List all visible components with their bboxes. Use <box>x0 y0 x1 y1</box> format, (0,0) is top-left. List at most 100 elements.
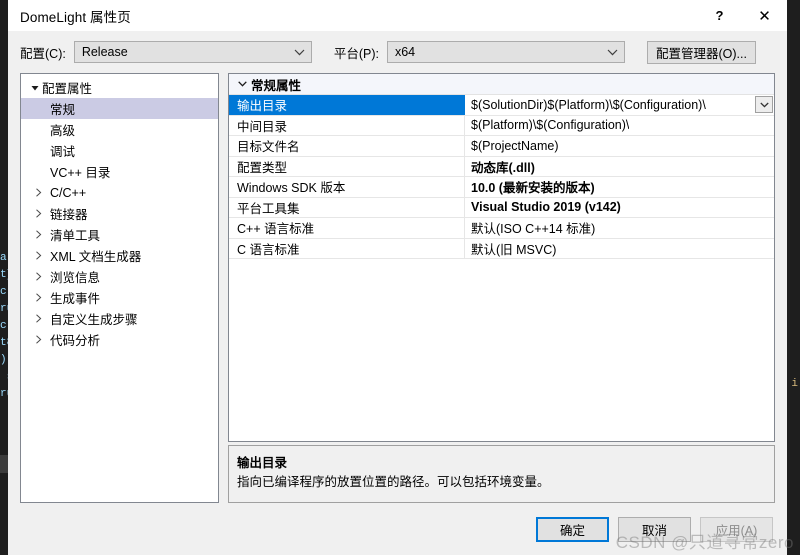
settings-tree[interactable]: 配置属性 常规高级调试 VC++ 目录 C/C++ 链接器清单工具 XML 文档生成器浏… <box>20 73 219 503</box>
tree-node-root[interactable]: 配置属性 <box>21 77 218 98</box>
expander-expand-icon[interactable] <box>27 230 50 239</box>
expander-expand-icon[interactable] <box>27 251 50 260</box>
property-value-text: 默认(旧 MSVC) <box>471 242 557 257</box>
dialog-title: DomeLight 属性页 <box>20 9 131 25</box>
dialog-body: 配置属性 常规高级调试 VC++ 目录 C/C++ 链接器清单工具 XML 文档生成器浏… <box>8 73 787 503</box>
tree-node-8[interactable]: 浏览信息 <box>21 266 218 287</box>
tree-node-label: 生成事件 <box>50 292 101 306</box>
property-row[interactable]: C++ 语言标准 默认(ISO C++14 标准) <box>229 218 774 239</box>
tree-node-label: 高级 <box>50 124 76 138</box>
property-name: 配置类型 <box>229 156 465 176</box>
description-panel: 输出目录 指向已编译程序的放置位置的路径。可以包括环境变量。 <box>228 445 775 503</box>
property-row[interactable]: 目标文件名 $(ProjectName) <box>229 136 774 157</box>
property-value[interactable]: 默认(ISO C++14 标准) <box>465 218 774 238</box>
tree-node-9[interactable]: 生成事件 <box>21 287 218 308</box>
property-row[interactable]: 输出目录 $(SolutionDir)$(Platform)\$(Configur… <box>229 95 774 116</box>
property-name: 目标文件名 <box>229 136 465 156</box>
tree-node-label: 清单工具 <box>50 229 101 243</box>
tree-node-11[interactable]: 代码分析 <box>21 329 218 350</box>
property-grid-rows: 输出目录 $(SolutionDir)$(Platform)\$(Configur… <box>229 95 774 259</box>
property-row[interactable]: Windows SDK 版本 10.0 (最新安装的版本) <box>229 177 774 198</box>
expander-expand-icon[interactable] <box>27 293 50 302</box>
platform-combobox[interactable]: x64 <box>386 41 625 63</box>
property-row[interactable]: 配置类型 动态库(.dll) <box>229 156 774 177</box>
property-row[interactable]: 平台工具集 Visual Studio 2019 (v142) <box>229 197 774 218</box>
configuration-label: 配置(C): <box>20 46 66 61</box>
cancel-button[interactable]: 取消 <box>618 516 691 542</box>
dialog-footer: 确定 取消 应用(A) <box>8 503 787 555</box>
tree-node-label: C/C++ <box>50 185 87 200</box>
tree-node-label: 代码分析 <box>50 334 101 348</box>
property-name: 输出目录 <box>229 95 465 115</box>
configuration-manager-button[interactable]: 配置管理器(O)... <box>646 40 756 64</box>
property-name: C++ 语言标准 <box>229 218 465 238</box>
ok-button[interactable]: 确定 <box>536 516 609 542</box>
property-value-text: Visual Studio 2019 (v142) <box>471 200 621 215</box>
tree-node-label: 自定义生成步骤 <box>50 313 138 327</box>
tree-node-label: 调试 <box>50 145 76 159</box>
background-right-text: i <box>791 378 798 390</box>
chevron-down-icon[interactable] <box>233 81 251 87</box>
property-value-text: 默认(ISO C++14 标准) <box>471 222 596 237</box>
tree-node-1[interactable]: 高级 <box>21 119 218 140</box>
expander-expand-icon[interactable] <box>27 272 50 281</box>
property-group-title: 常规属性 <box>251 78 302 93</box>
property-value[interactable]: $(SolutionDir)$(Platform)\$(Configuratio… <box>465 95 774 115</box>
platform-label: 平台(P): <box>333 46 379 61</box>
tree-node-label: 链接器 <box>50 208 88 222</box>
property-row[interactable]: 中间目录 $(Platform)\$(Configuration)\ <box>229 115 774 136</box>
configuration-combobox[interactable]: Release <box>73 41 312 63</box>
property-value[interactable]: 默认(旧 MSVC) <box>465 239 774 259</box>
property-pages-dialog: DomeLight 属性页 ? ✕ 配置(C): Release 平台(P): … <box>8 0 787 555</box>
property-value-text: $(SolutionDir)$(Platform)\$(Configuratio… <box>471 97 706 112</box>
property-value[interactable]: 动态库(.dll) <box>465 157 774 177</box>
platform-value: x64 <box>394 45 416 59</box>
tree-node-0[interactable]: 常规 <box>21 98 218 119</box>
property-value-text: 10.0 (最新安装的版本) <box>471 181 595 196</box>
tree-node-label: VC++ 目录 <box>50 166 111 180</box>
chevron-down-icon <box>289 49 311 56</box>
property-name: Windows SDK 版本 <box>229 177 465 197</box>
property-value[interactable]: $(ProjectName) <box>465 136 774 156</box>
help-button[interactable]: ? <box>697 0 742 31</box>
tree-node-label: 浏览信息 <box>50 271 101 285</box>
expander-expand-icon[interactable] <box>27 314 50 323</box>
tree-node-5[interactable]: 链接器 <box>21 203 218 224</box>
property-grid[interactable]: 常规属性 输出目录 $(SolutionDir)$(Platform)\$(Con… <box>228 73 775 442</box>
tree-node-10[interactable]: 自定义生成步骤 <box>21 308 218 329</box>
tree-node-root-label: 配置属性 <box>42 82 93 96</box>
tree-children: 常规高级调试 VC++ 目录 C/C++ 链接器清单工具 XML 文档生成器 浏览信息生成… <box>21 98 218 350</box>
tree-node-2[interactable]: 调试 <box>21 140 218 161</box>
expander-expand-icon[interactable] <box>27 188 50 197</box>
property-value-text: $(ProjectName) <box>471 138 559 153</box>
expander-expand-icon[interactable] <box>27 335 50 344</box>
description-text: 指向已编译程序的放置位置的路径。可以包括环境变量。 <box>237 475 550 489</box>
property-name: 中间目录 <box>229 115 465 135</box>
property-value-text: 动态库(.dll) <box>471 160 535 175</box>
property-value-text: $(Platform)\$(Configuration)\ <box>471 118 630 133</box>
tree-node-label: 常规 <box>50 103 76 117</box>
property-row[interactable]: C 语言标准 默认(旧 MSVC) <box>229 238 774 259</box>
configuration-bar: 配置(C): Release 平台(P): x64 配置管理器(O)... <box>8 31 787 73</box>
tree-node-7[interactable]: XML 文档生成器 <box>21 245 218 266</box>
expander-expand-icon[interactable] <box>27 209 50 218</box>
tree-node-label: XML 文档生成器 <box>50 250 142 264</box>
right-column: 常规属性 输出目录 $(SolutionDir)$(Platform)\$(Con… <box>228 73 775 503</box>
tree-node-3[interactable]: VC++ 目录 <box>21 161 218 182</box>
chevron-down-icon <box>602 49 624 56</box>
close-icon[interactable]: ✕ <box>742 0 787 31</box>
expander-collapse-icon[interactable] <box>27 84 42 92</box>
configuration-value: Release <box>81 45 128 59</box>
tree-node-6[interactable]: 清单工具 <box>21 224 218 245</box>
property-name: 平台工具集 <box>229 197 465 217</box>
property-name: C 语言标准 <box>229 238 465 258</box>
property-value[interactable]: Visual Studio 2019 (v142) <box>465 198 774 218</box>
property-group-header[interactable]: 常规属性 <box>229 74 774 95</box>
property-value[interactable]: 10.0 (最新安装的版本) <box>465 177 774 197</box>
apply-button[interactable]: 应用(A) <box>700 516 773 542</box>
property-value-dropdown-icon[interactable] <box>755 96 773 114</box>
dialog-titlebar: DomeLight 属性页 ? ✕ <box>8 0 787 31</box>
description-title: 输出目录 <box>237 456 288 470</box>
tree-node-4[interactable]: C/C++ <box>21 182 218 203</box>
property-value[interactable]: $(Platform)\$(Configuration)\ <box>465 116 774 136</box>
